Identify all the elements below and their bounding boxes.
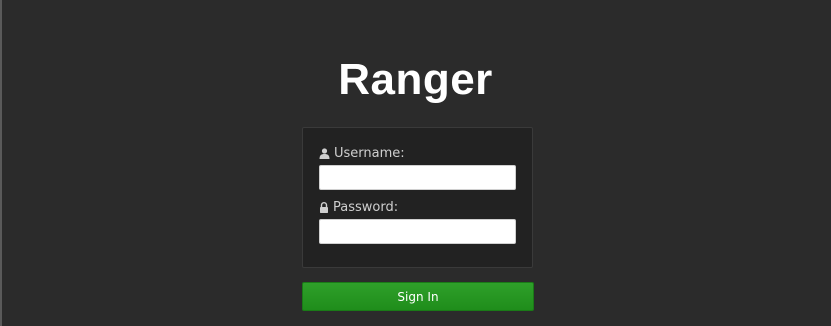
user-icon	[319, 148, 330, 159]
password-label-text: Password:	[333, 200, 399, 215]
username-label: Username:	[319, 146, 405, 161]
brand-title: Ranger	[338, 55, 493, 104]
login-page: Ranger Username: Password: Sign In	[0, 0, 831, 326]
username-label-text: Username:	[334, 146, 405, 161]
password-input[interactable]	[319, 219, 516, 244]
window-edge	[0, 0, 2, 326]
lock-icon	[320, 202, 328, 213]
login-form: Username: Password:	[302, 127, 533, 268]
password-label: Password:	[319, 200, 398, 215]
username-input[interactable]	[319, 165, 516, 190]
sign-in-button[interactable]: Sign In	[302, 282, 534, 311]
